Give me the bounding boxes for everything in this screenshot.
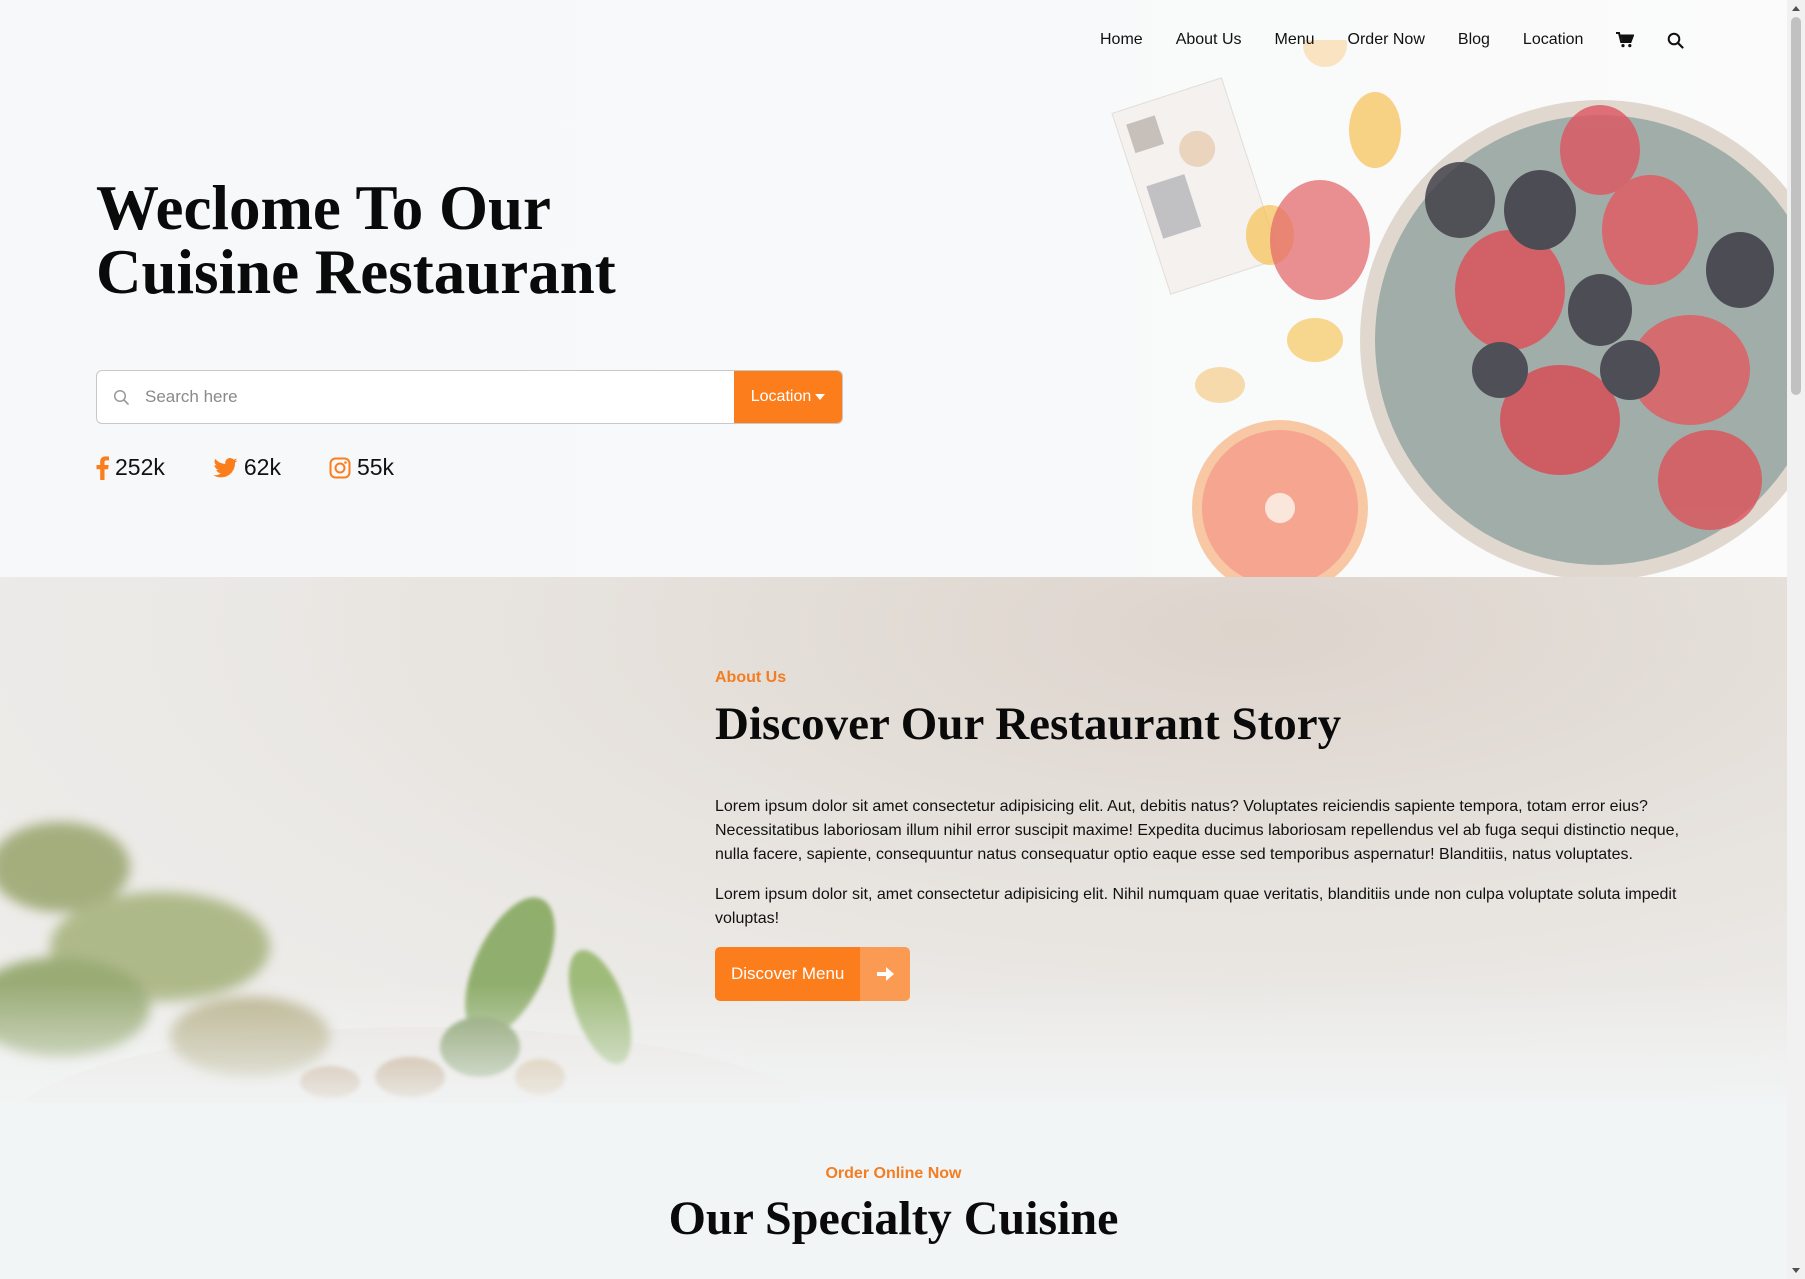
location-dropdown-button[interactable]: Location xyxy=(734,371,842,423)
hero-section: Home About Us Menu Order Now Blog Locati… xyxy=(0,0,1787,577)
scroll-down-arrow-icon[interactable] xyxy=(1787,1262,1805,1279)
nav-order-now[interactable]: Order Now xyxy=(1348,31,1425,49)
about-content: About Us Discover Our Restaurant Story L… xyxy=(715,669,1685,1001)
search-input[interactable] xyxy=(145,371,734,423)
arrow-right-icon xyxy=(860,947,911,1001)
about-title: Discover Our Restaurant Story xyxy=(715,698,1342,750)
fruit-bowl-image xyxy=(1111,40,1787,577)
twitter-icon xyxy=(213,457,238,477)
hero-title-line1: Weclome To Our xyxy=(96,173,551,243)
about-eyebrow: About Us xyxy=(715,669,787,686)
social-instagram[interactable]: 55k xyxy=(329,454,394,481)
specialty-section: Order Online Now Our Specialty Cuisine xyxy=(0,1103,1787,1279)
instagram-count: 55k xyxy=(356,454,395,480)
nav-menu[interactable]: Menu xyxy=(1275,31,1315,49)
hero-title-line2: Cuisine Restaurant xyxy=(96,237,616,307)
about-paragraph-1: Lorem ipsum dolor sit amet consectetur a… xyxy=(715,798,1680,863)
specialty-title: Our Specialty Cuisine xyxy=(668,1192,1119,1245)
specialty-eyebrow: Order Online Now xyxy=(825,1165,962,1182)
nav-location[interactable]: Location xyxy=(1523,31,1584,49)
about-section: About Us Discover Our Restaurant Story L… xyxy=(0,577,1787,1103)
location-button-label: Location xyxy=(750,388,812,405)
facebook-count: 252k xyxy=(115,454,165,480)
social-stats: 252k 62k 55k xyxy=(96,454,442,481)
scrollbar-thumb[interactable] xyxy=(1791,17,1801,395)
search-icon[interactable] xyxy=(1667,32,1685,49)
hero-title: Weclome To Our Cuisine Restaurant xyxy=(96,176,796,304)
social-twitter[interactable]: 62k xyxy=(213,454,281,481)
instagram-icon xyxy=(329,457,351,478)
discover-menu-label: Discover Menu xyxy=(715,947,861,1001)
search-bar: Location xyxy=(96,370,843,424)
about-fade-overlay xyxy=(0,983,1787,1103)
facebook-icon xyxy=(96,455,109,480)
twitter-count: 62k xyxy=(243,454,281,480)
scroll-up-arrow-icon[interactable] xyxy=(1787,0,1805,17)
nav-about-us[interactable]: About Us xyxy=(1176,31,1242,49)
cart-icon[interactable] xyxy=(1616,32,1635,48)
about-paragraph-2: Lorem ipsum dolor sit, amet consectetur … xyxy=(715,886,1677,927)
discover-menu-button[interactable]: Discover Menu xyxy=(715,947,911,1001)
search-icon xyxy=(97,371,145,423)
main-nav: Home About Us Menu Order Now Blog Locati… xyxy=(1100,28,1717,52)
caret-down-icon xyxy=(815,394,826,400)
page-scrollbar[interactable] xyxy=(1787,0,1805,1279)
social-facebook[interactable]: 252k xyxy=(96,454,165,481)
nav-blog[interactable]: Blog xyxy=(1458,31,1490,49)
nav-home[interactable]: Home xyxy=(1100,31,1143,49)
